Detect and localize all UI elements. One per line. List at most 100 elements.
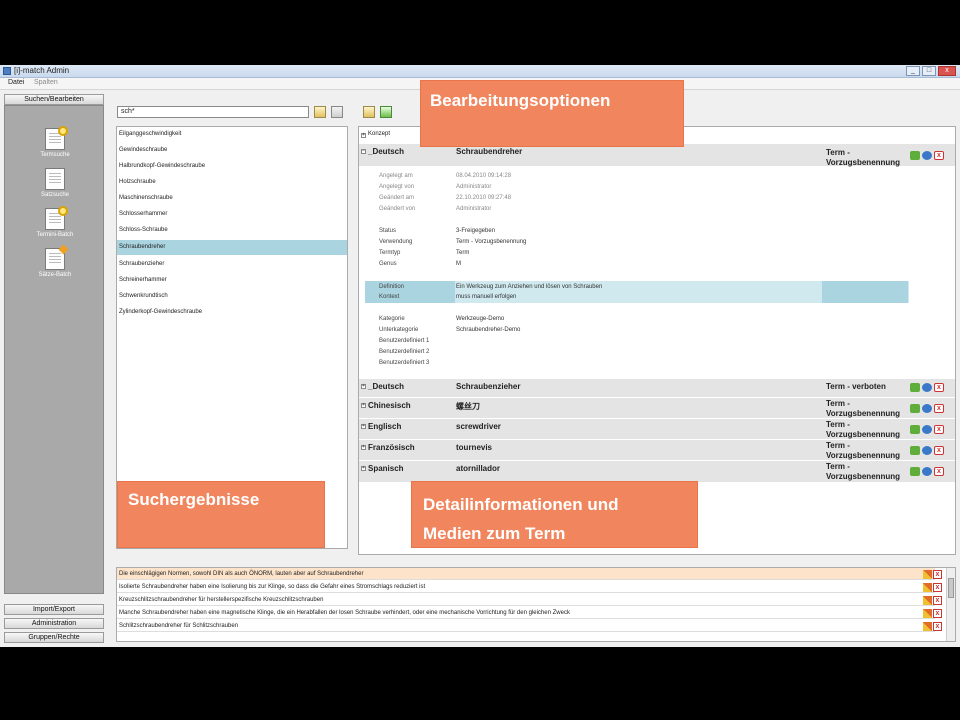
sentence-text: Die einschlägigen Normen, sowohl DIN als… bbox=[119, 571, 364, 577]
expand-icon[interactable]: + bbox=[361, 403, 366, 408]
list-item[interactable]: Maschinenschraube bbox=[117, 191, 347, 206]
table-row[interactable]: Kreuzschlitzschraubendreher für herstell… bbox=[117, 594, 935, 606]
delete-icon[interactable]: x bbox=[934, 467, 944, 476]
app-window: [i]-match Admin _ □ x Datei Spalten Such… bbox=[0, 65, 960, 647]
edit-pencil-icon[interactable] bbox=[923, 583, 932, 592]
add-icon[interactable] bbox=[380, 106, 392, 118]
edit-pencil-icon[interactable] bbox=[923, 570, 932, 579]
comment-icon[interactable] bbox=[922, 383, 932, 392]
meta-value: Administrator bbox=[456, 184, 492, 190]
list-item[interactable]: Holzschraube bbox=[117, 175, 347, 190]
term-status: Term - Vorzugsbenennung bbox=[826, 399, 901, 418]
list-item-selected[interactable]: Schraubendreher bbox=[117, 240, 347, 255]
delete-icon[interactable]: x bbox=[933, 609, 942, 618]
search-go-icon[interactable] bbox=[314, 106, 326, 118]
comment-icon[interactable] bbox=[922, 467, 932, 476]
open-arrow-icon[interactable] bbox=[910, 151, 920, 160]
delete-icon[interactable]: x bbox=[934, 151, 944, 160]
expand-icon[interactable]: + bbox=[361, 424, 366, 429]
edit-arrow-icon[interactable] bbox=[363, 106, 375, 118]
nav-administration-button[interactable]: Administration bbox=[4, 618, 104, 629]
list-item[interactable]: Schreinerhammer bbox=[117, 273, 347, 288]
menu-spalten[interactable]: Spalten bbox=[34, 79, 58, 86]
open-arrow-icon[interactable] bbox=[910, 383, 920, 392]
delete-icon[interactable]: x bbox=[933, 622, 942, 631]
term-row[interactable]: + Spanisch atornillador Term - Vorzugsbe… bbox=[359, 461, 955, 482]
open-arrow-icon[interactable] bbox=[910, 425, 920, 434]
prop-label: Termtyp bbox=[379, 250, 401, 256]
filter-icon[interactable] bbox=[331, 106, 343, 118]
context-value[interactable]: muss manuell erfolgen bbox=[456, 294, 516, 300]
nav-import-export-button[interactable]: Import/Export bbox=[4, 604, 104, 615]
expand-icon[interactable]: + bbox=[361, 133, 366, 138]
edit-pencil-icon[interactable] bbox=[923, 596, 932, 605]
callout-text: Detailinformationen und bbox=[423, 495, 619, 514]
nav-item-label: Sätze-Batch bbox=[38, 272, 72, 278]
expand-icon[interactable]: + bbox=[361, 466, 366, 471]
minimize-button[interactable]: _ bbox=[906, 66, 920, 76]
delete-icon[interactable]: x bbox=[934, 425, 944, 434]
term-name: tournevis bbox=[456, 443, 493, 452]
vertical-scrollbar[interactable] bbox=[946, 568, 955, 641]
nav-item-termini-batch[interactable]: Termini-Batch bbox=[5, 206, 105, 238]
meta-value: 08.04.2010 09:14:28 bbox=[456, 173, 512, 179]
term-status: Term - Vorzugsbenennung bbox=[826, 148, 901, 167]
search-input[interactable]: sch* bbox=[117, 106, 309, 118]
list-item[interactable]: Schraubenzieher bbox=[117, 257, 347, 272]
list-item[interactable]: Zylinderkopf-Gewindeschraube bbox=[117, 305, 347, 320]
nav-item-termsuche[interactable]: Termsuche bbox=[5, 126, 105, 158]
list-item[interactable]: Gewindeschraube bbox=[117, 143, 347, 158]
list-item[interactable]: Eilganggeschwindigkeit bbox=[117, 127, 347, 142]
term-row[interactable]: + _Deutsch Schraubenzieher Term - verbot… bbox=[359, 379, 955, 397]
term-name: Schraubenzieher bbox=[456, 382, 521, 391]
comment-icon[interactable] bbox=[922, 151, 932, 160]
definition-status-cell bbox=[822, 281, 908, 303]
comment-icon[interactable] bbox=[922, 425, 932, 434]
delete-icon[interactable]: x bbox=[934, 404, 944, 413]
delete-icon[interactable]: x bbox=[933, 570, 942, 579]
callout-search-results: Suchergebnisse bbox=[117, 481, 325, 548]
nav-item-satzsuche[interactable]: Satzsuche bbox=[5, 168, 105, 198]
expand-icon[interactable]: + bbox=[361, 445, 366, 450]
maximize-button[interactable]: □ bbox=[922, 66, 936, 76]
nav-item-saetze-batch[interactable]: Sätze-Batch bbox=[5, 244, 105, 278]
close-button[interactable]: x bbox=[938, 66, 956, 76]
term-language: Französisch bbox=[368, 443, 415, 452]
term-row[interactable]: + Chinesisch 螺丝刀 Term - Vorzugsbenennung… bbox=[359, 398, 955, 418]
term-status: Term - verboten bbox=[826, 382, 886, 391]
list-item[interactable]: Schloss-Schraube bbox=[117, 223, 347, 238]
callout-text: Medien zum Term bbox=[423, 524, 566, 543]
list-item[interactable]: Halbrundkopf-Gewindeschraube bbox=[117, 159, 347, 174]
delete-icon[interactable]: x bbox=[934, 446, 944, 455]
main-term-row[interactable]: − _Deutsch Schraubendreher Term - Vorzug… bbox=[359, 144, 955, 167]
open-arrow-icon[interactable] bbox=[910, 467, 920, 476]
open-arrow-icon[interactable] bbox=[910, 404, 920, 413]
delete-icon[interactable]: x bbox=[933, 583, 942, 592]
open-arrow-icon[interactable] bbox=[910, 446, 920, 455]
table-row[interactable]: Die einschlägigen Normen, sowohl DIN als… bbox=[117, 568, 935, 580]
definition-value[interactable]: Ein Werkzeug zum Anziehen und lösen von … bbox=[456, 284, 602, 290]
nav-gruppen-rechte-button[interactable]: Gruppen/Rechte bbox=[4, 632, 104, 643]
delete-icon[interactable]: x bbox=[934, 383, 944, 392]
term-row[interactable]: + Französisch tournevis Term - Vorzugsbe… bbox=[359, 440, 955, 460]
comment-icon[interactable] bbox=[922, 404, 932, 413]
callout-text: Suchergebnisse bbox=[128, 490, 260, 509]
collapse-icon[interactable]: − bbox=[361, 149, 366, 154]
table-row[interactable]: Schlitzschraubendreher für Schlitzschrau… bbox=[117, 620, 935, 632]
table-row[interactable]: Isolierte Schraubendreher haben eine Iso… bbox=[117, 581, 935, 593]
edit-pencil-icon[interactable] bbox=[923, 609, 932, 618]
delete-icon[interactable]: x bbox=[933, 596, 942, 605]
edit-pencil-icon[interactable] bbox=[923, 622, 932, 631]
term-row[interactable]: + Englisch screwdriver Term - Vorzugsben… bbox=[359, 419, 955, 439]
term-language: Chinesisch bbox=[368, 401, 411, 410]
menu-datei[interactable]: Datei bbox=[8, 79, 24, 86]
list-item[interactable]: Schlosserhammer bbox=[117, 207, 347, 222]
meta-label: Angelegt am bbox=[379, 173, 413, 179]
window-title: [i]-match Admin bbox=[14, 66, 70, 75]
table-row[interactable]: Manche Schraubendreher haben eine magnet… bbox=[117, 607, 935, 619]
scrollbar-thumb[interactable] bbox=[948, 578, 954, 598]
list-item[interactable]: Schwenkrundtisch bbox=[117, 289, 347, 304]
comment-icon[interactable] bbox=[922, 446, 932, 455]
nav-suchen-bearbeiten-button[interactable]: Suchen/Bearbeiten bbox=[4, 94, 104, 105]
expand-icon[interactable]: + bbox=[361, 384, 366, 389]
